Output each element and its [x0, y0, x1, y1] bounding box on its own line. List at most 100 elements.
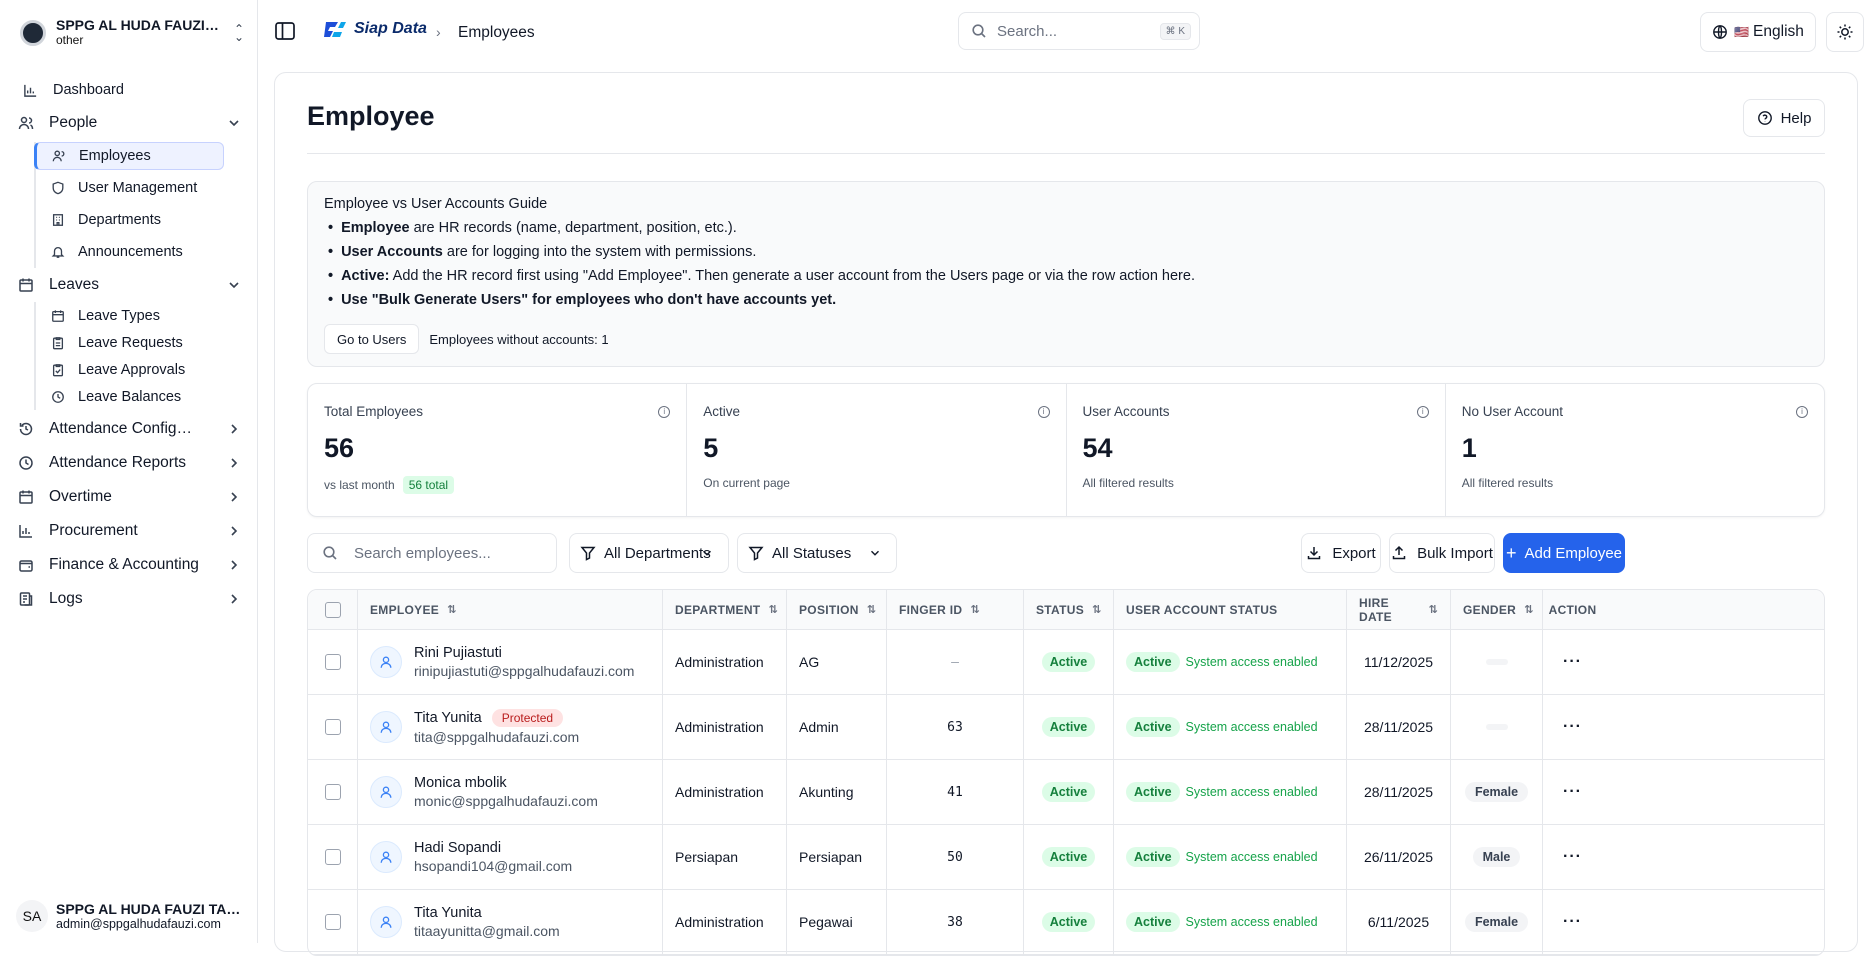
- calendar-icon: [17, 488, 35, 506]
- employee-name[interactable]: Monica mbolik: [414, 775, 507, 791]
- search-icon: [972, 24, 986, 38]
- table-row[interactable]: Tita Yunita titaayunitta@gmail.com Adminis…: [308, 890, 1824, 955]
- sidebar-item-leave-types[interactable]: Leave Types: [36, 302, 246, 329]
- sidebar-item-label: Leave Approvals: [78, 361, 186, 378]
- column-header-position[interactable]: POSITION ⇅: [787, 590, 887, 629]
- stat-label: Total Employees: [324, 404, 424, 419]
- column-header-department[interactable]: DEPARTMENT ⇅: [663, 590, 787, 629]
- gender-badge: Female: [1464, 912, 1529, 932]
- employee-name[interactable]: Tita Yunita: [414, 905, 482, 921]
- org-logo: [20, 20, 46, 46]
- info-icon[interactable]: i: [1796, 406, 1808, 418]
- select-all-checkbox[interactable]: [324, 601, 341, 618]
- table-row[interactable]: Rini Pujiastuti rinipujiastuti@sppgalhuda…: [308, 630, 1824, 695]
- table-row[interactable]: Hadi Sopandi hsopandi104@gmail.com Persiap…: [308, 825, 1824, 890]
- stat-value: 1: [1461, 433, 1477, 463]
- department-filter[interactable]: All Departments: [569, 533, 729, 573]
- sidebar-item-attendance-configuration[interactable]: Attendance Configuration: [14, 412, 246, 446]
- gender-badge: Female: [1464, 782, 1529, 802]
- employee-name[interactable]: Rini Pujiastuti: [414, 645, 502, 661]
- sidebar-item-leave-requests[interactable]: Leave Requests: [36, 329, 246, 356]
- language-selector[interactable]: 🇺🇸 English: [1700, 12, 1816, 52]
- sort-icon: ⇅: [866, 604, 877, 616]
- help-button[interactable]: Help: [1743, 99, 1825, 137]
- sidebar-item-finance[interactable]: Finance & Accounting: [14, 548, 246, 582]
- row-checkbox[interactable]: [324, 849, 341, 865]
- export-button[interactable]: Export: [1301, 533, 1381, 573]
- employee-avatar-icon: [370, 906, 402, 938]
- stat-card-total: Total Employees i 56 vs last month 56 tot…: [308, 384, 688, 516]
- bulk-import-button[interactable]: Bulk Import: [1389, 533, 1495, 573]
- sidebar-item-departments[interactable]: Departments: [36, 204, 246, 236]
- column-header-employee[interactable]: EMPLOYEE ⇅: [358, 590, 663, 629]
- finger-id: 63: [947, 719, 963, 735]
- sidebar-item-user-management[interactable]: User Management: [36, 172, 246, 204]
- row-checkbox[interactable]: [324, 784, 341, 800]
- row-checkbox[interactable]: [324, 914, 341, 930]
- row-checkbox[interactable]: [324, 719, 341, 735]
- table-body: Rini Pujiastuti rinipujiastuti@sppgalhuda…: [308, 630, 1824, 955]
- chevron-updown-icon: ⌃ ⌄: [233, 22, 244, 44]
- sidebar-item-overtime[interactable]: Overtime: [14, 480, 246, 514]
- page-title: Employee: [307, 101, 435, 131]
- employee-avatar-icon: [370, 646, 402, 678]
- add-employee-button[interactable]: + Add Employee: [1503, 533, 1625, 573]
- row-checkbox[interactable]: [324, 654, 341, 670]
- org-switcher[interactable]: SPPG AL HUDA FAUZI TANGERANG other ⌃⌄: [20, 16, 244, 50]
- filter-icon: [580, 546, 596, 561]
- more-actions-icon[interactable]: ···: [1563, 913, 1582, 931]
- filter-icon: [748, 546, 764, 561]
- chart-icon: [21, 81, 39, 99]
- bulk-import-label: Bulk Import: [1417, 544, 1493, 562]
- chevron-right-icon: [231, 424, 238, 434]
- sidebar-item-leaves[interactable]: Leaves: [14, 268, 246, 302]
- sidebar-toggle-icon[interactable]: [274, 20, 296, 42]
- stats-cards: Total Employees i 56 vs last month 56 tot…: [307, 383, 1825, 517]
- column-header-status[interactable]: STATUS ⇅: [1024, 590, 1114, 629]
- column-header-gender[interactable]: GENDER ⇅: [1451, 590, 1543, 629]
- sidebar-item-employees[interactable]: Employees: [34, 142, 224, 170]
- more-actions-icon[interactable]: ···: [1563, 653, 1582, 671]
- more-actions-icon[interactable]: ···: [1563, 718, 1582, 736]
- guide-item: Employee are HR records (name, departmen…: [328, 216, 1808, 240]
- sidebar-item-logs[interactable]: Logs: [14, 582, 246, 616]
- brand-mark-icon: [324, 22, 346, 37]
- sidebar-item-dashboard[interactable]: Dashboard: [14, 74, 246, 106]
- more-actions-icon[interactable]: ···: [1563, 848, 1582, 866]
- go-to-users-button[interactable]: Go to Users: [324, 324, 420, 354]
- table-row[interactable]: Monica mbolik monic@sppgalhudafauzi.com Ad…: [308, 760, 1824, 825]
- table-row[interactable]: Tita Yunita Protected tita@sppgalhudafauzi…: [308, 695, 1824, 760]
- sidebar-item-label: Leave Balances: [78, 388, 182, 405]
- sidebar-item-leave-balances[interactable]: Leave Balances: [36, 383, 246, 410]
- hire-date: 28/11/2025: [1347, 760, 1451, 824]
- sidebar-item-people[interactable]: People: [14, 106, 246, 140]
- user-menu[interactable]: SA SPPG AL HUDA FAUZI TANGERANG admin@sp…: [16, 900, 246, 932]
- more-actions-icon[interactable]: ···: [1563, 783, 1582, 801]
- employee-name[interactable]: Tita Yunita: [414, 710, 482, 726]
- info-icon[interactable]: i: [1037, 406, 1050, 418]
- brand-logo[interactable]: Siap Data: [322, 18, 427, 40]
- theme-toggle[interactable]: [1826, 12, 1864, 52]
- column-header-finger-id[interactable]: FINGER ID ⇅: [887, 590, 1024, 629]
- position-cell: Pegawai: [787, 890, 887, 954]
- finger-id: 38: [947, 914, 963, 930]
- sidebar-item-announcements[interactable]: Announcements: [36, 236, 246, 268]
- download-icon: [1308, 547, 1321, 560]
- sort-icon: ⇅: [1524, 604, 1534, 616]
- sidebar: SPPG AL HUDA FAUZI TANGERANG other ⌃⌄ Da…: [0, 0, 258, 943]
- sidebar-item-leave-approvals[interactable]: Leave Approvals: [36, 356, 246, 383]
- column-header-hire-date[interactable]: HIRE DATE ⇅: [1347, 590, 1451, 629]
- sidebar-item-label: Employees: [79, 148, 151, 164]
- global-search-input[interactable]: Search... ⌘ K: [958, 12, 1200, 50]
- finger-id: —: [951, 654, 959, 670]
- status-filter[interactable]: All Statuses: [737, 533, 897, 573]
- sidebar-item-procurement[interactable]: Procurement: [14, 514, 246, 548]
- breadcrumb-separator: ›: [436, 24, 441, 40]
- employee-name[interactable]: Hadi Sopandi: [414, 840, 501, 856]
- sidebar-item-attendance-reports[interactable]: Attendance Reports: [14, 446, 246, 480]
- stat-badge: 56 total: [402, 476, 455, 494]
- chevron-right-icon: [231, 594, 238, 604]
- employee-search-input[interactable]: Search employees...: [307, 533, 557, 573]
- stat-sub: All filtered results: [1082, 476, 1174, 490]
- info-icon[interactable]: i: [1416, 406, 1429, 418]
